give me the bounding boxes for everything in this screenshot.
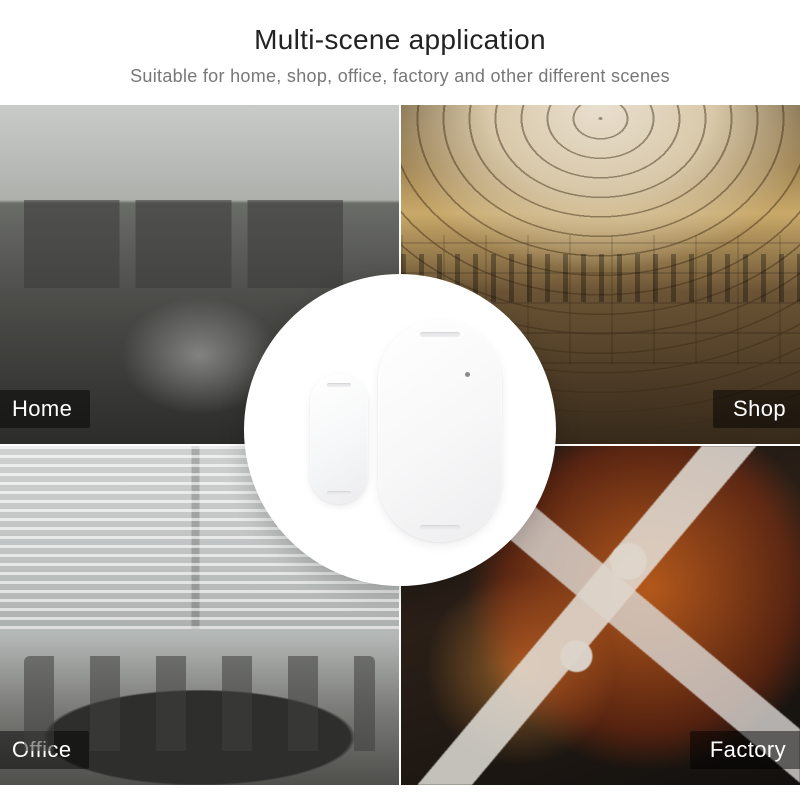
header: Multi-scene application Suitable for hom… (0, 0, 800, 105)
sensor-magnet-icon (310, 374, 368, 504)
scene-label-shop: Shop (713, 390, 800, 428)
scene-label-factory: Factory (690, 731, 800, 769)
sensor-led-icon (465, 372, 470, 377)
sensor-body-icon (378, 320, 502, 542)
scene-label-home: Home (0, 390, 90, 428)
scene-label-office: Office (0, 731, 89, 769)
product-badge (244, 274, 556, 586)
page-subtitle: Suitable for home, shop, office, factory… (20, 66, 780, 87)
page-title: Multi-scene application (20, 24, 780, 56)
